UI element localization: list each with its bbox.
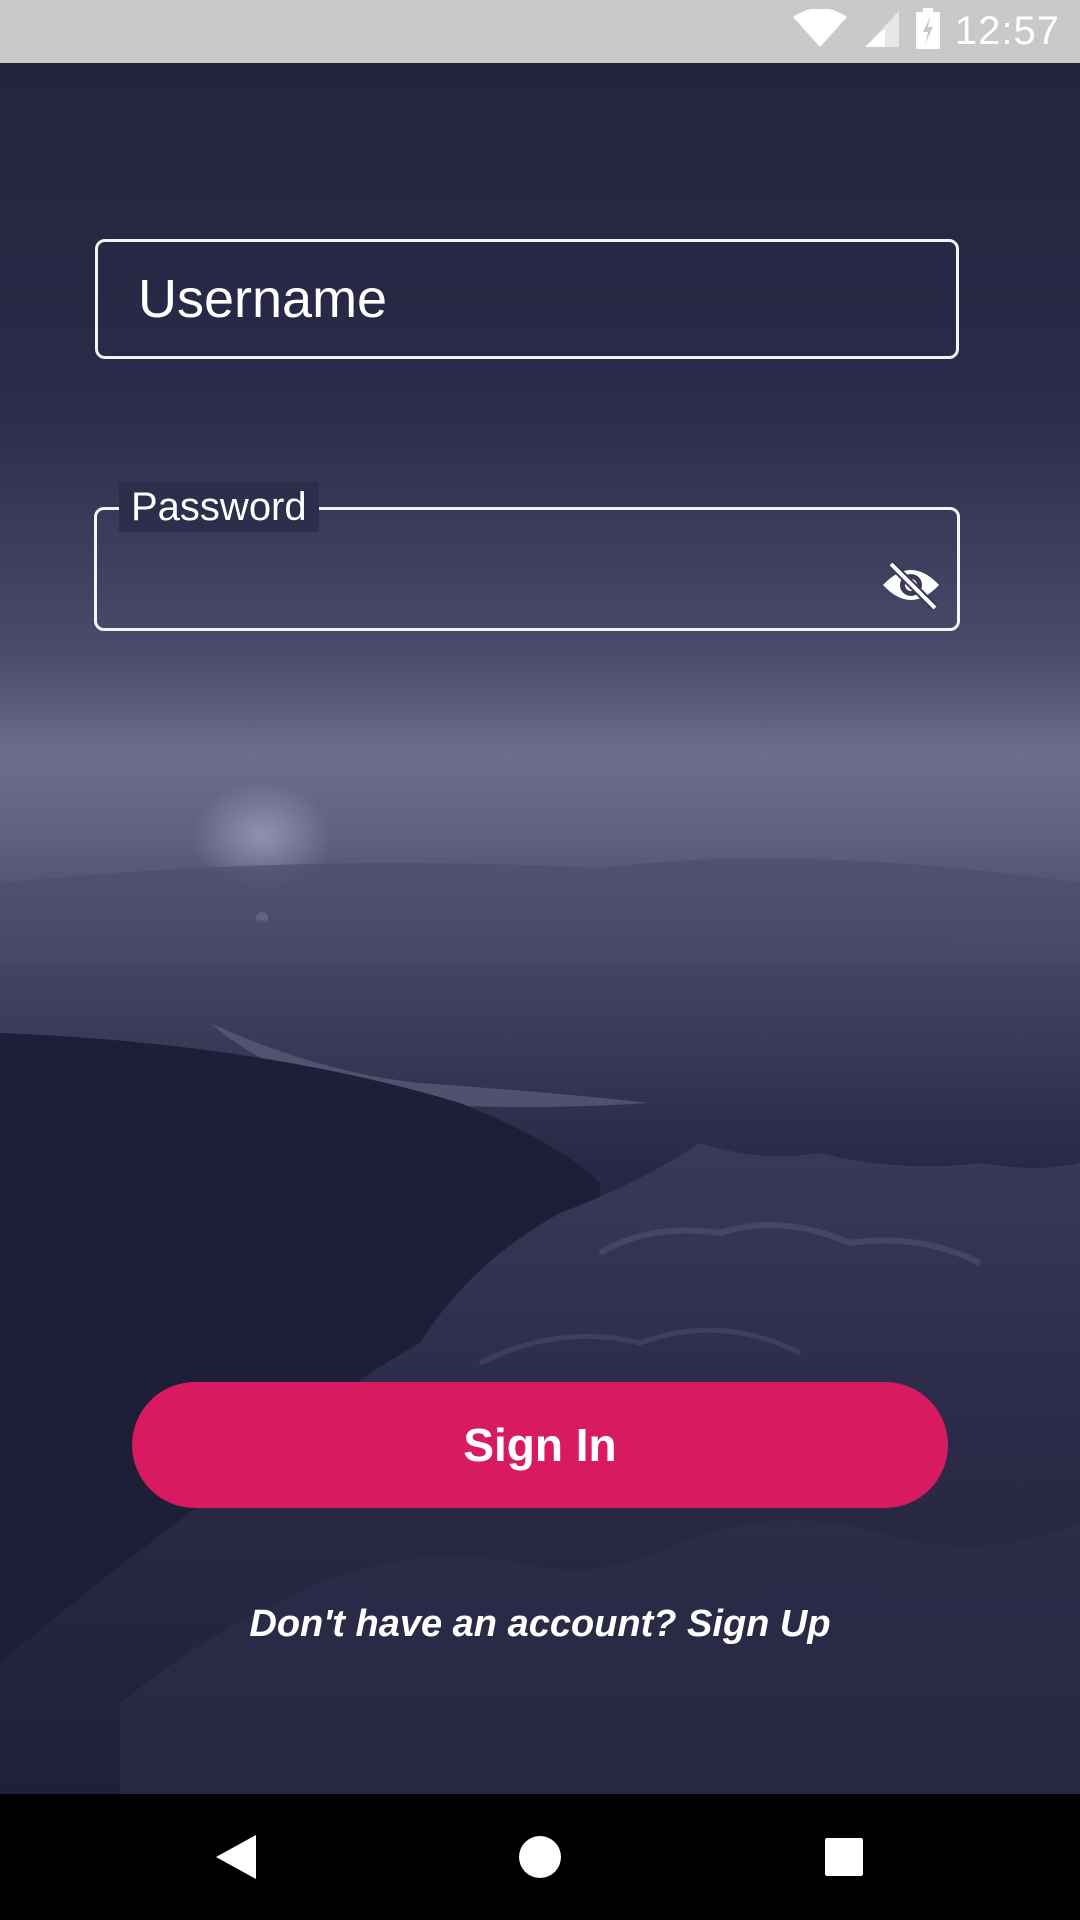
recents-icon[interactable] (784, 1794, 904, 1920)
status-bar: 12:57 (0, 0, 1080, 63)
cell-signal-icon (863, 9, 901, 54)
login-screen: 12:57 Username Password Sign In Don't ha… (0, 0, 1080, 1920)
back-icon[interactable] (176, 1794, 296, 1920)
home-icon[interactable] (480, 1794, 600, 1920)
eye-off-icon[interactable] (881, 560, 941, 611)
navigation-bar (0, 1794, 1080, 1920)
username-input-text[interactable]: Username (138, 242, 387, 356)
password-field[interactable]: Password (94, 482, 960, 631)
username-field[interactable]: Username (95, 239, 959, 359)
password-label: Password (119, 482, 319, 532)
battery-charging-icon (915, 8, 941, 55)
wifi-icon (791, 8, 849, 54)
sign-in-button[interactable]: Sign In (132, 1382, 948, 1508)
status-time: 12:57 (954, 9, 1060, 53)
sign-up-link[interactable]: Don't have an account? Sign Up (0, 1603, 1080, 1646)
